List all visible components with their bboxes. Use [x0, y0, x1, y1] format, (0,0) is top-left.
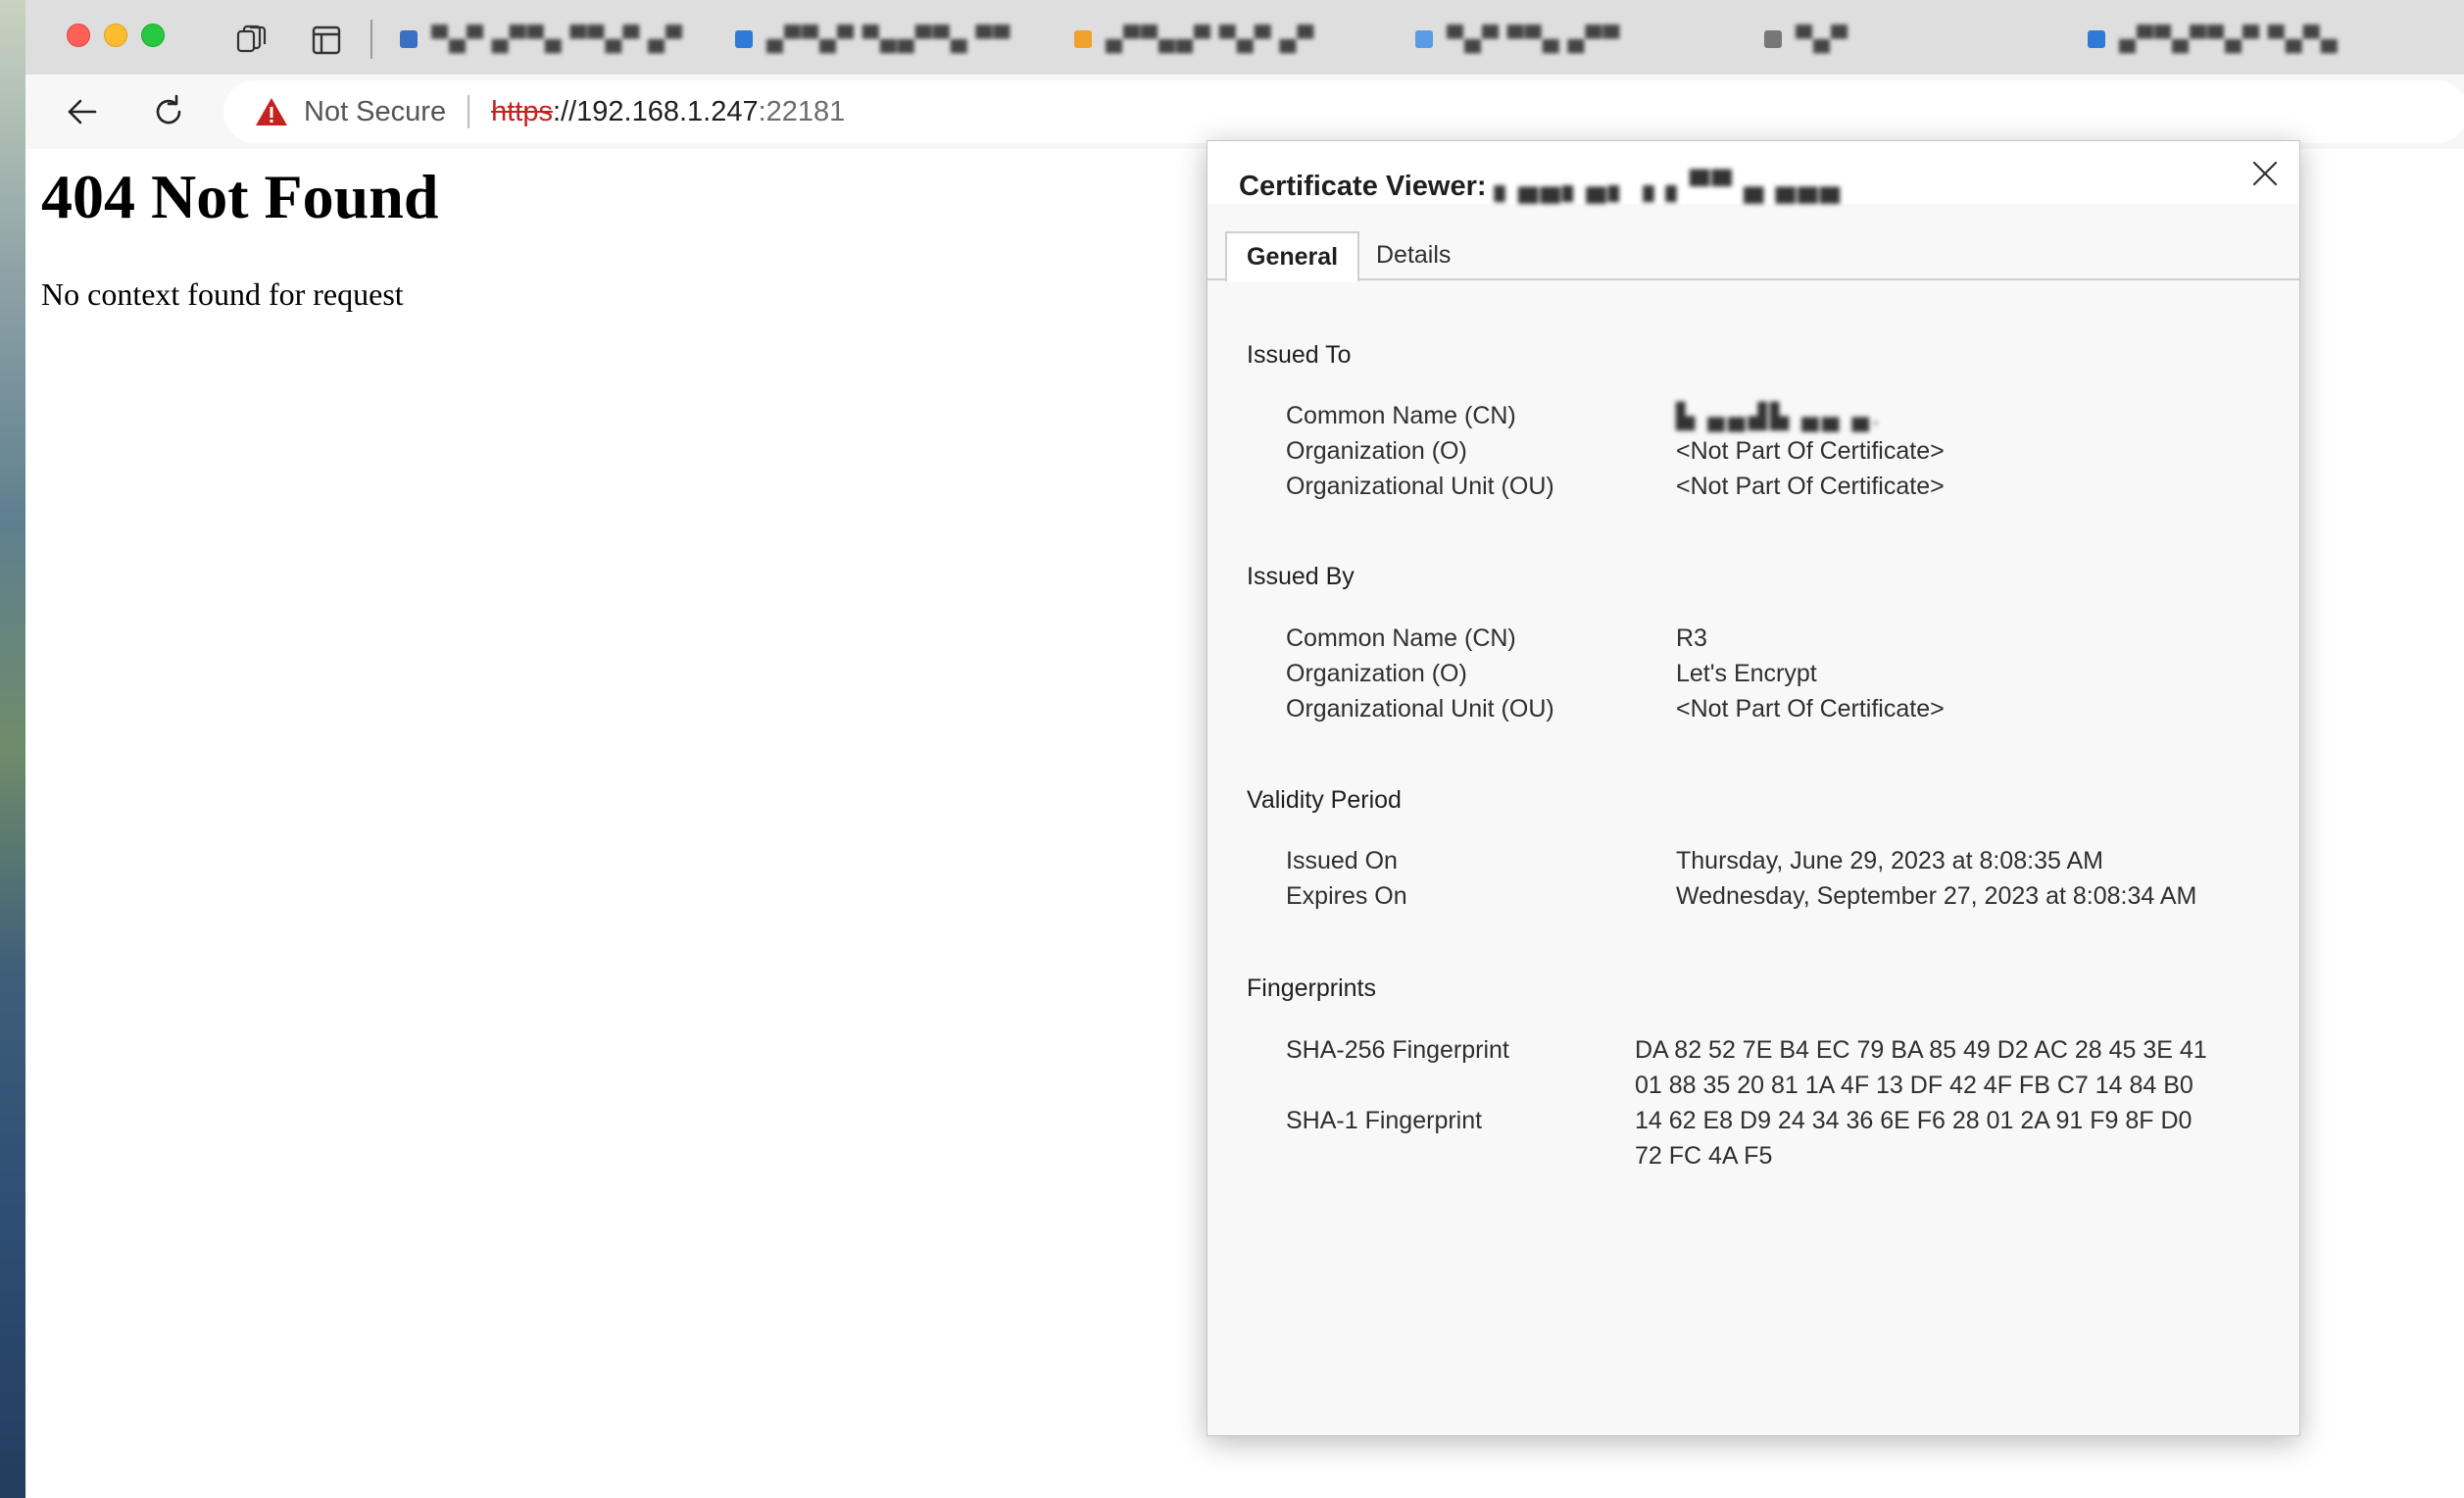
issued-to-heading: Issued To — [1247, 341, 1352, 369]
dialog-tabs: General Details — [1207, 231, 2299, 282]
field-label: Organizational Unit (OU) — [1286, 473, 1554, 500]
url-port: :22181 — [758, 95, 846, 127]
field-label: SHA-1 Fingerprint — [1286, 1107, 1483, 1134]
tab-title: ▀▄▀ — [1796, 25, 1849, 52]
browser-tab[interactable]: ▀▄▀ — [1754, 14, 1858, 65]
tab-details[interactable]: Details — [1356, 231, 1470, 278]
window-close-button[interactable] — [67, 24, 90, 47]
dialog-subject-name: ▖▄▄▖▄▖▗ ▖▀▀ ▄ ▄▄▄ — [1494, 171, 1843, 202]
browser-tab[interactable]: ▄▀▀▄▄▀ ▀▄▀ ▄▀ — [1064, 14, 1324, 65]
field-value: <Not Part Of Certificate> — [1676, 473, 1945, 500]
field-value: DA 82 52 7E B4 EC 79 BA 85 49 D2 AC 28 4… — [1635, 1036, 2207, 1064]
browser-tab[interactable]: ▄▀▀▄▀▀▄▀ ▀▄▀▄ — [2078, 14, 2348, 65]
tab-actions-icon[interactable] — [235, 24, 269, 57]
security-status-label[interactable]: Not Secure — [304, 96, 446, 128]
tab-favicon — [1074, 30, 1092, 48]
tab-title: ▄▀▀▄▀ ▀▄▄▀▀▄ ▀▀ — [766, 25, 1011, 52]
tab-favicon — [735, 30, 753, 48]
tab-title: ▀▄▀ ▀▀▄ ▄▀▀ — [1447, 25, 1621, 52]
field-label: Common Name (CN) — [1286, 624, 1516, 652]
field-value: Thursday, June 29, 2023 at 8:08:35 AM — [1676, 847, 2103, 874]
field-label: Organization (O) — [1286, 660, 1467, 687]
dialog-close-button[interactable] — [2246, 155, 2284, 192]
browser-tab[interactable]: ▀▄▀ ▄▀▀▄ ▀▀▄▀ ▄▀ — [390, 14, 693, 65]
field-label: Common Name (CN) — [1286, 402, 1516, 429]
validity-heading: Validity Period — [1247, 786, 1402, 814]
dialog-title: Certificate Viewer: ▖▄▄▖▄▖▗ ▖▀▀ ▄ ▄▄▄ — [1239, 169, 1842, 203]
tab-general[interactable]: General — [1225, 231, 1360, 282]
browser-tab[interactable]: ▀▄▀ ▀▀▄ ▄▀▀ — [1405, 14, 1630, 65]
url-separator: :// — [552, 95, 577, 127]
url-scheme: https — [491, 95, 553, 127]
field-label: Organization (O) — [1286, 437, 1467, 465]
field-value: 01 88 35 20 81 1A 4F 13 DF 42 4F FB C7 1… — [1635, 1072, 2193, 1099]
page-message: No context found for request — [41, 276, 404, 312]
field-value: <Not Part Of Certificate> — [1676, 695, 1945, 723]
tab-favicon — [1415, 30, 1433, 48]
reload-button[interactable] — [145, 88, 192, 135]
field-value: R3 — [1676, 624, 1707, 652]
back-button[interactable] — [59, 88, 106, 135]
fingerprints-heading: Fingerprints — [1247, 974, 1376, 1002]
tab-favicon — [1764, 30, 1782, 48]
address-separator — [468, 95, 470, 128]
field-label: Expires On — [1286, 882, 1407, 910]
certificate-viewer-dialog: Certificate Viewer: ▖▄▄▖▄▖▗ ▖▀▀ ▄ ▄▄▄ Ge… — [1207, 140, 2300, 1436]
dialog-title-label: Certificate Viewer: — [1239, 171, 1487, 202]
field-value: ▙ ▄▄▟▙ ▄▄ ▄. — [1676, 403, 1883, 430]
close-icon — [2252, 161, 2278, 186]
window-minimize-button[interactable] — [104, 24, 127, 47]
field-value: 72 FC 4A F5 — [1635, 1142, 1773, 1170]
tab-strip: ▀▄▀ ▄▀▀▄ ▀▀▄▀ ▄▀ ▄▀▀▄▀ ▀▄▄▀▀▄ ▀▀ ▄▀▀▄▄▀ … — [25, 0, 2464, 75]
url-host: 192.168.1.247 — [576, 95, 759, 127]
desktop-wallpaper — [0, 0, 25, 1498]
field-label: Issued On — [1286, 847, 1398, 874]
field-value: Wednesday, September 27, 2023 at 8:08:34… — [1676, 882, 2197, 910]
field-value: <Not Part Of Certificate> — [1676, 437, 1945, 465]
field-value: 14 62 E8 D9 24 34 36 6E F6 28 01 2A 91 F… — [1635, 1107, 2193, 1134]
tab-favicon — [2088, 30, 2105, 48]
tab-strip-separator — [370, 20, 372, 59]
vertical-tabs-icon[interactable] — [310, 24, 343, 57]
tab-title: ▄▀▀▄▄▀ ▀▄▀ ▄▀ — [1106, 25, 1315, 52]
back-arrow-icon — [68, 99, 97, 125]
field-label: SHA-256 Fingerprint — [1286, 1036, 1509, 1064]
page-heading: 404 Not Found — [41, 162, 439, 231]
warning-triangle-icon — [256, 98, 287, 125]
field-value: Let's Encrypt — [1676, 660, 1817, 687]
address-bar[interactable]: Not Secure https://192.168.1.247:22181 — [223, 80, 2464, 143]
issued-by-heading: Issued By — [1247, 563, 1355, 590]
field-label: Organizational Unit (OU) — [1286, 695, 1554, 723]
tab-title: ▄▀▀▄▀▀▄▀ ▀▄▀▄ — [2119, 25, 2339, 52]
reload-icon — [156, 94, 181, 125]
url-text[interactable]: https://192.168.1.247:22181 — [491, 96, 845, 128]
browser-tab[interactable]: ▄▀▀▄▀ ▀▄▄▀▀▄ ▀▀ — [725, 14, 1020, 65]
tab-title: ▀▄▀ ▄▀▀▄ ▀▀▄▀ ▄▀ — [431, 25, 684, 52]
window-zoom-button[interactable] — [141, 24, 165, 47]
browser-window: ▀▄▀ ▄▀▀▄ ▀▀▄▀ ▄▀ ▄▀▀▄▀ ▀▄▄▀▀▄ ▀▀ ▄▀▀▄▄▀ … — [25, 0, 2464, 1498]
tab-favicon — [400, 30, 418, 48]
dialog-header: Certificate Viewer: ▖▄▄▖▄▖▗ ▖▀▀ ▄ ▄▄▄ — [1207, 141, 2299, 204]
